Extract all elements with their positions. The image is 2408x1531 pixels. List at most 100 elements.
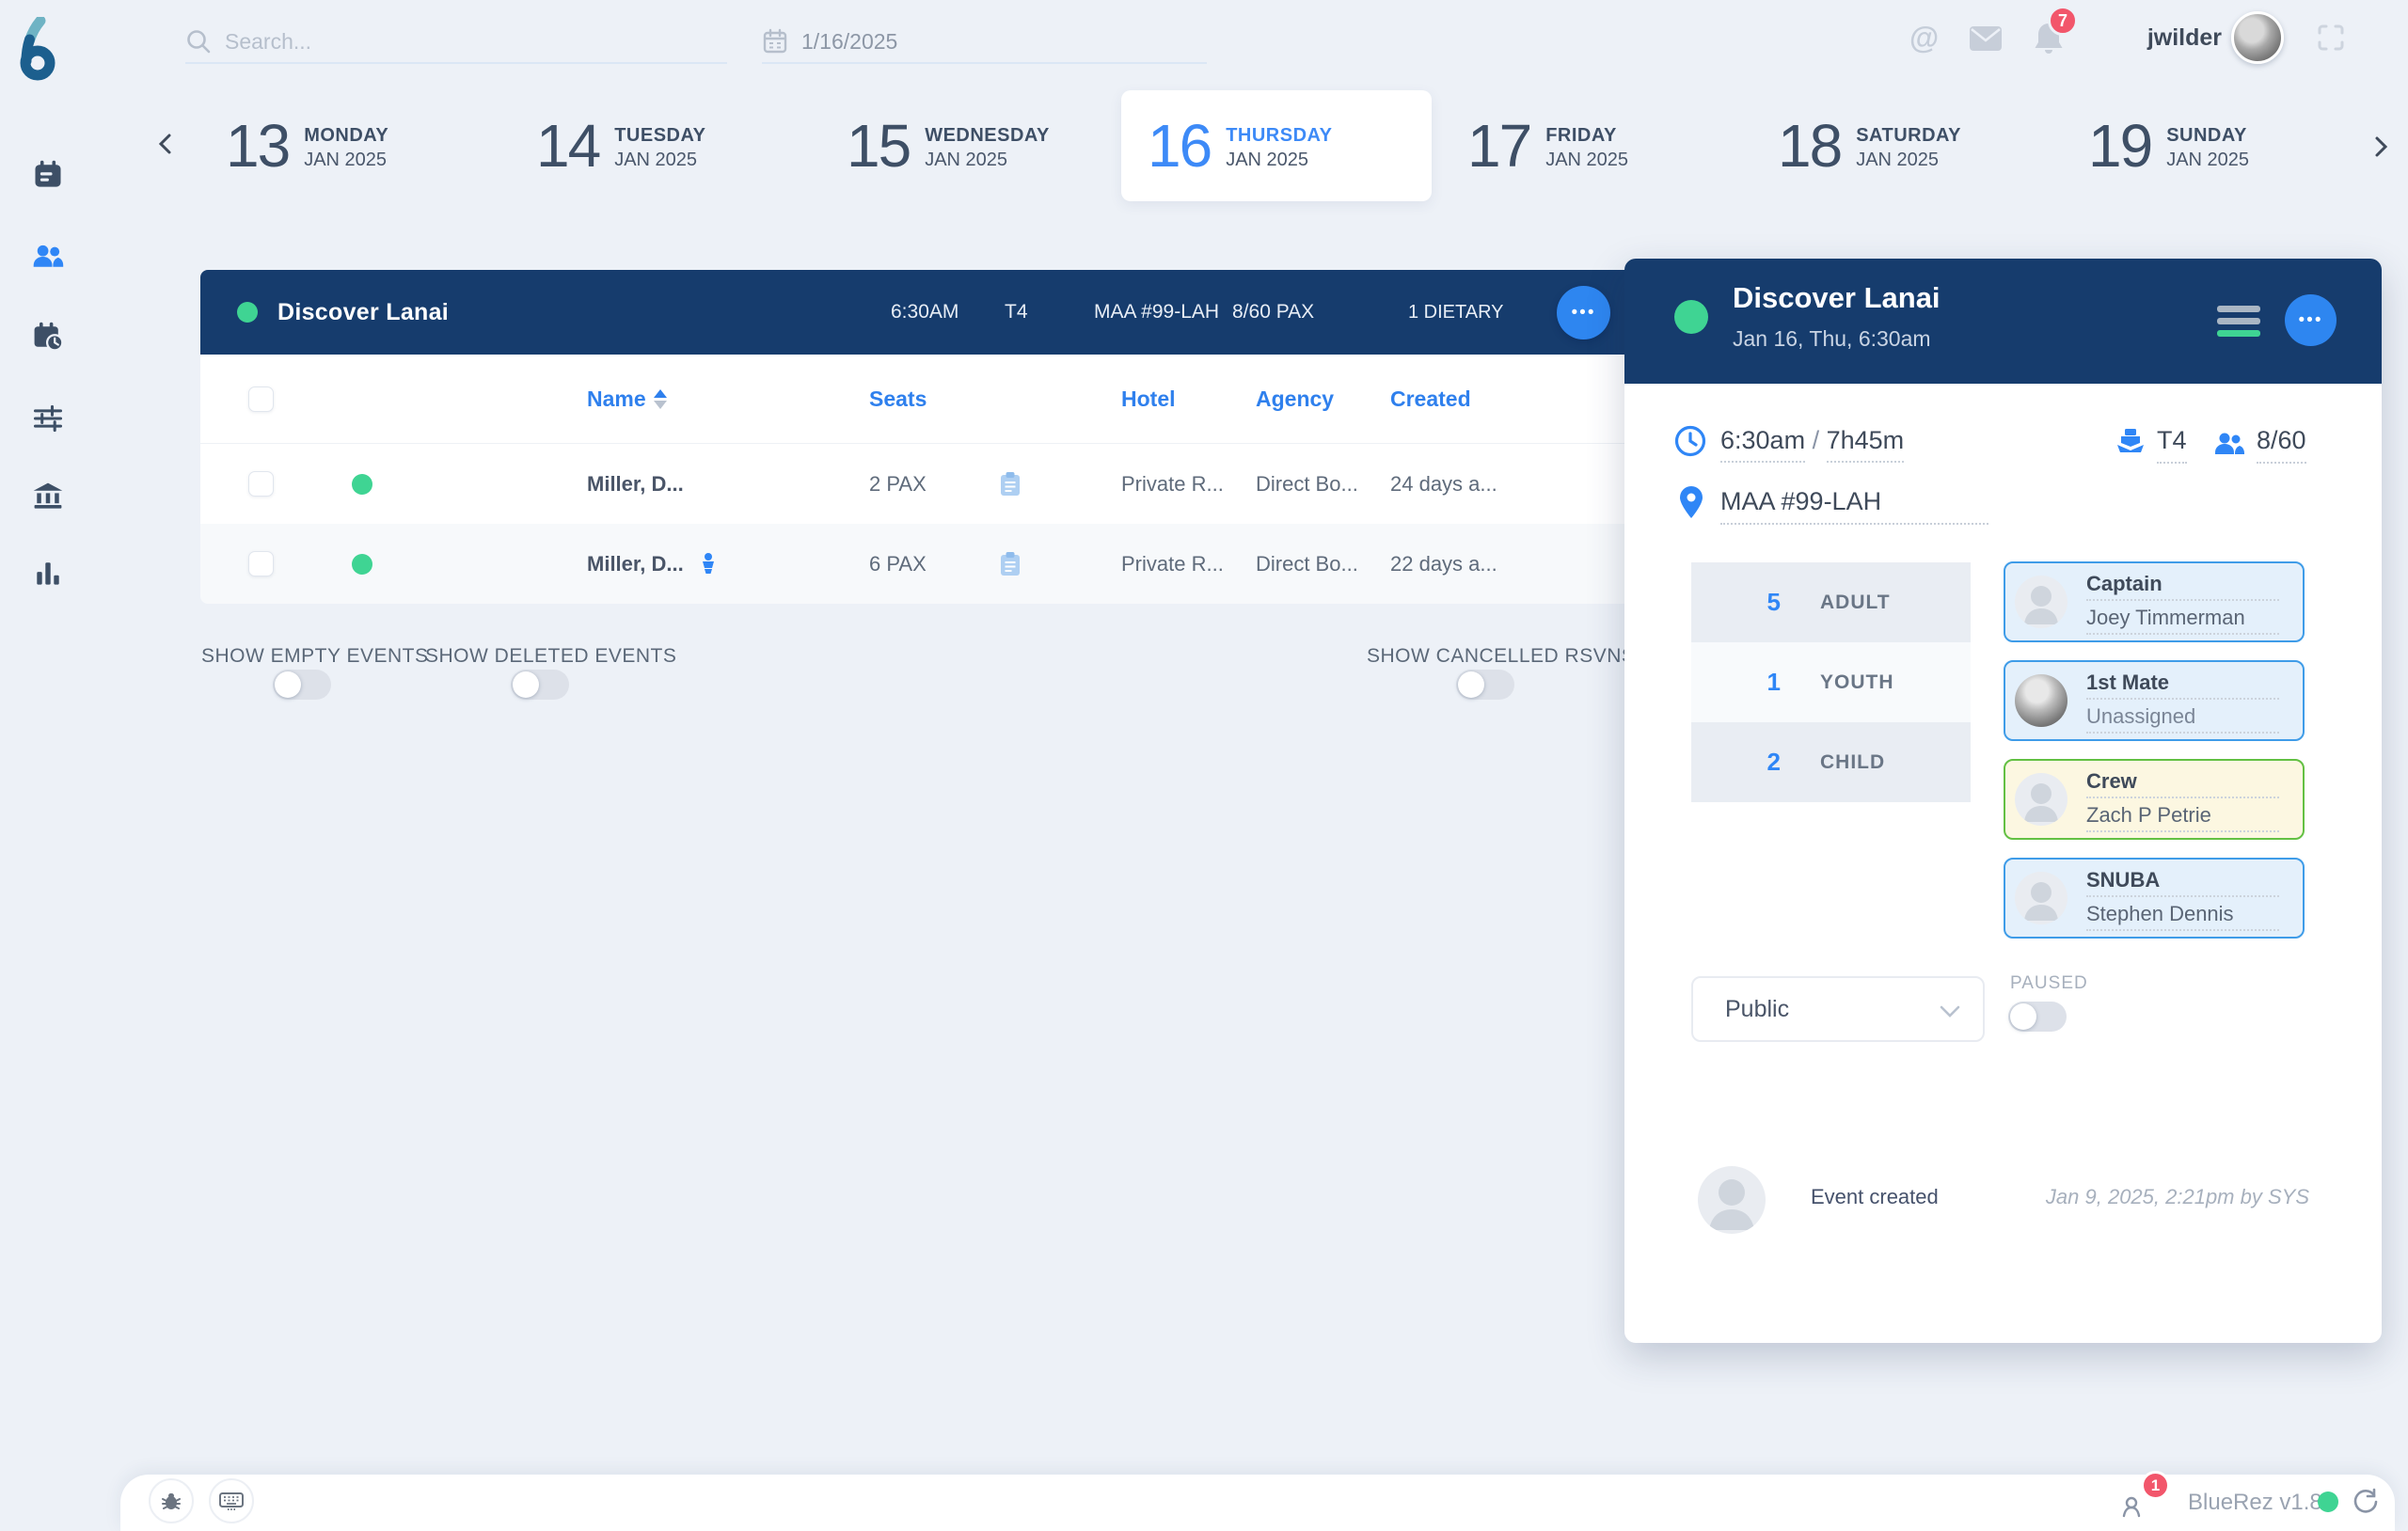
column-header-hotel[interactable]: Hotel [1121, 387, 1256, 412]
location-value[interactable]: MAA #99-LAH [1720, 487, 1988, 525]
history-timestamp: Jan 9, 2025, 2:21pm by SYS [2046, 1185, 2309, 1209]
time-duration-value[interactable]: 6:30am / 7h45m [1720, 426, 1904, 455]
boat-value[interactable]: T4 [2157, 426, 2187, 464]
table-row[interactable]: Miller, D... 6 PAX Private R... Direct B… [200, 524, 1641, 604]
event-card: Discover Lanai 6:30AM T4 MAA #99-LAH 8/6… [200, 270, 1641, 604]
day-card-17[interactable]: 17FRIDAYJAN 2025 [1441, 90, 1751, 201]
day-card-16-selected[interactable]: 16THURSDAYJAN 2025 [1121, 90, 1432, 201]
table-row[interactable]: Miller, D... 2 PAX Private R... Direct B… [200, 444, 1641, 524]
panel-subtitle: Jan 16, Thu, 6:30am [1733, 326, 1931, 352]
agency-value: Direct Bo... [1256, 472, 1390, 497]
carousel-next-icon[interactable] [2368, 134, 2393, 159]
show-empty-events-toggle[interactable] [273, 670, 331, 700]
count-row-adult[interactable]: 5ADULT [1691, 562, 1971, 642]
notes-clipboard-icon[interactable] [1000, 551, 1021, 576]
date-picker-field[interactable]: 1/16/2025 [762, 21, 1207, 64]
day-card-15[interactable]: 15WEDNESDAYJAN 2025 [820, 90, 1131, 201]
column-header-created[interactable]: Created [1390, 387, 1641, 412]
sidebar-item-events-calendar[interactable] [31, 158, 65, 192]
paused-label: PAUSED [2010, 973, 2088, 994]
crew-card-captain[interactable]: Captain Joey Timmerman [2004, 561, 2305, 642]
show-empty-events-label: SHOW EMPTY EVENTS [201, 645, 428, 668]
calendar-icon [762, 28, 788, 55]
day-card-14[interactable]: 14TUESDAYJAN 2025 [510, 90, 820, 201]
date-picker-value: 1/16/2025 [801, 29, 897, 55]
clock-icon [1673, 424, 1707, 463]
capacity-people-icon [2213, 430, 2245, 463]
panel-title: Discover Lanai [1733, 281, 1941, 315]
count-row-youth[interactable]: 1YOUTH [1691, 642, 1971, 722]
event-header-bar[interactable]: Discover Lanai 6:30AM T4 MAA #99-LAH 8/6… [200, 270, 1641, 355]
event-boat: T4 [1005, 301, 1028, 324]
username-label[interactable]: jwilder [2107, 24, 2222, 52]
keyboard-shortcuts-icon[interactable] [209, 1478, 254, 1523]
row-status-dot [352, 554, 372, 575]
hotel-value: Private R... [1121, 472, 1256, 497]
panel-status-dot [1674, 300, 1708, 334]
row-checkbox[interactable] [248, 551, 274, 576]
notes-clipboard-icon[interactable] [1000, 471, 1021, 497]
sync-refresh-icon[interactable] [2352, 1488, 2380, 1521]
event-status-dot [237, 302, 258, 323]
fullscreen-icon[interactable] [2316, 23, 2346, 57]
crew-card-first-mate[interactable]: 1st Mate Unassigned [2004, 660, 2305, 741]
carousel-prev-icon[interactable] [153, 132, 178, 156]
table-header-row: Name Seats Hotel Agency Created [200, 355, 1641, 444]
avatar-placeholder [2015, 773, 2067, 826]
show-cancelled-rsvns-label: SHOW CANCELLED RSVNS [1367, 645, 1635, 668]
event-detail-panel: Discover Lanai Jan 16, Thu, 6:30am ••• 6… [1624, 259, 2382, 1343]
column-header-name[interactable]: Name [587, 387, 869, 412]
mail-icon[interactable] [1969, 24, 2003, 57]
visibility-select[interactable]: Public [1691, 976, 1985, 1042]
sidebar [0, 0, 99, 1531]
capacity-value[interactable]: 8/60 [2257, 426, 2306, 464]
crew-card-crew[interactable]: Crew Zach P Petrie [2004, 759, 2305, 840]
crew-avatar-photo [2015, 674, 2067, 727]
panel-menu-icon[interactable] [2217, 306, 2260, 337]
agency-value: Direct Bo... [1256, 552, 1390, 576]
debug-bug-icon[interactable] [149, 1478, 194, 1523]
visibility-value: Public [1725, 996, 1789, 1023]
crew-assignments: Captain Joey Timmerman 1st Mate Unassign… [2004, 561, 2305, 956]
day-card-18[interactable]: 18SATURDAYJAN 2025 [1751, 90, 2062, 201]
guest-name: Miller, D... [587, 552, 684, 576]
scuba-diver-icon [699, 552, 718, 576]
event-more-button[interactable]: ••• [1557, 286, 1610, 339]
hotel-value: Private R... [1121, 552, 1256, 576]
select-all-checkbox[interactable] [248, 387, 274, 412]
event-title: Discover Lanai [277, 299, 449, 326]
location-pin-icon [1676, 484, 1706, 525]
event-dietary: 1 DIETARY [1408, 302, 1504, 324]
seats-value: 6 PAX [869, 552, 982, 576]
search-field[interactable] [185, 21, 727, 64]
status-bar [120, 1475, 2395, 1531]
sidebar-item-schedule[interactable] [31, 320, 65, 354]
created-value: 24 days a... [1390, 472, 1641, 497]
sidebar-item-settings-sliders[interactable] [31, 402, 65, 435]
paused-toggle[interactable] [2008, 1002, 2067, 1032]
search-input[interactable] [225, 29, 676, 55]
sidebar-item-guests[interactable] [31, 240, 65, 274]
show-deleted-events-toggle[interactable] [511, 670, 569, 700]
sidebar-item-finance-bank[interactable] [31, 480, 65, 513]
day-card-19[interactable]: 19SUNDAYJAN 2025 [2062, 90, 2372, 201]
bluerez-logo-icon[interactable] [15, 17, 62, 81]
avatar-placeholder [2015, 872, 2067, 924]
day-card-13[interactable]: 13MONDAYJAN 2025 [199, 90, 510, 201]
event-time: 6:30AM [891, 301, 958, 324]
row-checkbox[interactable] [248, 471, 274, 497]
created-value: 22 days a... [1390, 552, 1641, 576]
show-cancelled-rsvns-toggle[interactable] [1456, 670, 1514, 700]
chevron-down-icon [1938, 1001, 1962, 1021]
column-header-seats[interactable]: Seats [869, 387, 982, 412]
user-avatar[interactable] [2231, 11, 2284, 64]
event-location: MAA #99-LAH [1094, 301, 1219, 324]
crew-card-snuba[interactable]: SNUBA Stephen Dennis [2004, 858, 2305, 939]
panel-more-button[interactable]: ••• [2285, 294, 2337, 346]
show-deleted-events-label: SHOW DELETED EVENTS [425, 645, 676, 668]
guest-counts: 5ADULT 1YOUTH 2CHILD [1691, 562, 1971, 802]
sidebar-item-reports-chart[interactable] [31, 556, 65, 590]
mentions-icon[interactable]: @ [1909, 21, 1939, 55]
column-header-agency[interactable]: Agency [1256, 387, 1390, 412]
count-row-child[interactable]: 2CHILD [1691, 722, 1971, 802]
